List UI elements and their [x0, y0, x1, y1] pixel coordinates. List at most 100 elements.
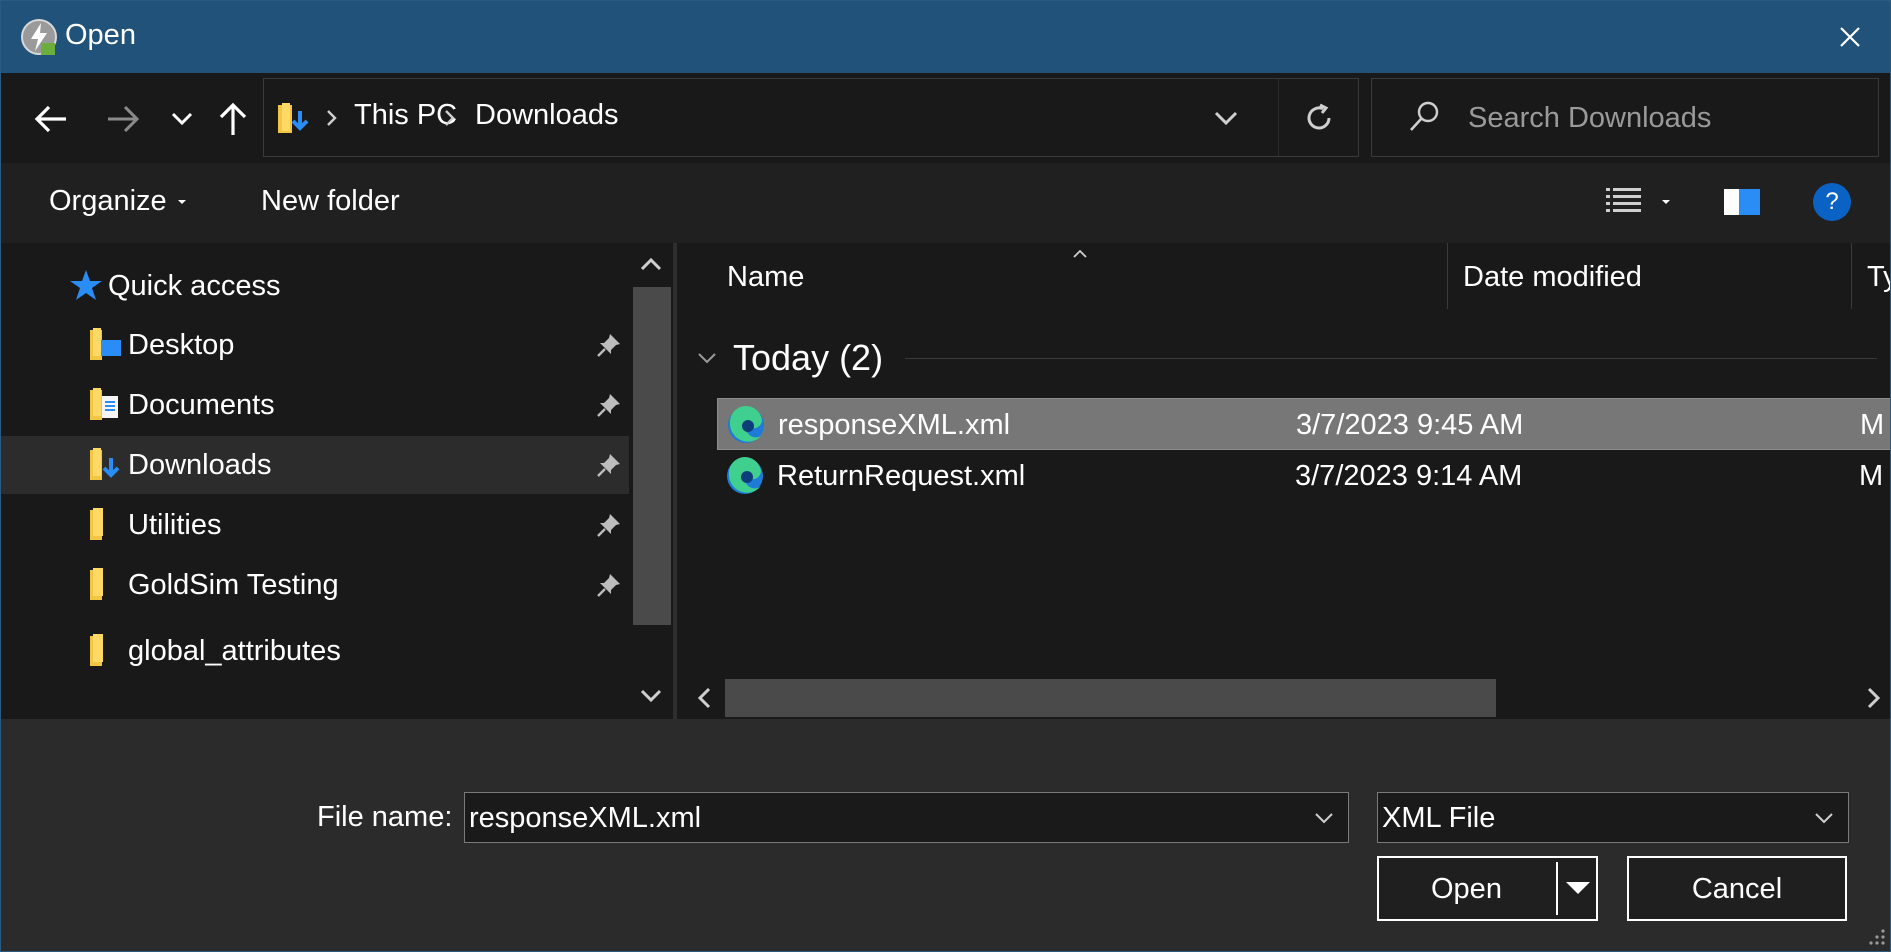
close-button[interactable]: [1808, 1, 1890, 73]
organize-button[interactable]: Organize: [49, 185, 187, 218]
nav-item-label: Utilities: [128, 508, 222, 541]
scrollbar-thumb[interactable]: [725, 679, 1496, 717]
file-date-modified: 3/7/2023 9:45 AM: [1296, 409, 1524, 441]
file-name-input[interactable]: [469, 797, 1289, 839]
chevron-down-icon: [1815, 813, 1833, 824]
column-separator[interactable]: [1851, 243, 1852, 309]
back-button[interactable]: [29, 97, 73, 141]
details-view-icon: [1606, 188, 1641, 212]
nav-item-label: global_attributes: [128, 634, 341, 667]
scroll-right-icon[interactable]: [1861, 685, 1887, 711]
refresh-icon: [1307, 103, 1330, 129]
search-icon: [1410, 101, 1439, 131]
group-label: Today (2): [733, 337, 884, 378]
split-divider: [1556, 862, 1558, 915]
organize-label: Organize: [49, 185, 167, 217]
cancel-label: Cancel: [1691, 873, 1783, 905]
pin-icon: [597, 574, 620, 597]
nav-item-global-attributes[interactable]: global_attributes: [1, 622, 629, 680]
open-options-dropdown-icon[interactable]: [1565, 880, 1591, 896]
nav-item-label: Quick access: [108, 269, 281, 302]
desktop-folder-icon: [90, 328, 121, 360]
file-type: M: [1860, 409, 1885, 441]
preview-pane-icon: [1724, 189, 1760, 215]
navigation-pane-scrollbar[interactable]: [629, 243, 673, 719]
breadcrumb-downloads[interactable]: Downloads: [475, 99, 618, 132]
file-type-value: XML File: [1382, 802, 1496, 834]
file-type: M: [1859, 460, 1884, 492]
column-header-date-modified[interactable]: Date modified: [1463, 261, 1642, 294]
group-divider: [905, 358, 1877, 359]
downloads-folder-icon: [278, 103, 309, 133]
help-button[interactable]: ?: [1813, 183, 1851, 221]
pin-icon: [597, 454, 620, 477]
arrow-left-icon: [34, 105, 66, 133]
nav-item-goldsim-testing[interactable]: GoldSim Testing: [1, 556, 629, 614]
pin-icon: [597, 394, 620, 417]
file-list-horizontal-scrollbar[interactable]: [685, 677, 1890, 719]
pin-icon: [597, 514, 620, 537]
file-type-select[interactable]: XML File: [1377, 792, 1849, 843]
pin-icon: [597, 334, 620, 357]
scroll-down-icon[interactable]: [638, 683, 664, 709]
scrollbar-thumb[interactable]: [633, 287, 671, 625]
new-folder-button[interactable]: New folder: [261, 185, 400, 218]
file-name-combobox[interactable]: [464, 792, 1349, 843]
nav-item-desktop[interactable]: Desktop: [1, 316, 629, 374]
folder-icon: [90, 568, 103, 600]
caret-down-icon: [1662, 200, 1670, 204]
address-bar[interactable]: This PC Downloads: [263, 78, 1359, 157]
column-header-name[interactable]: Name: [727, 261, 804, 294]
arrow-right-icon: [108, 105, 140, 133]
open-button[interactable]: Open: [1377, 856, 1598, 921]
nav-item-documents[interactable]: Documents: [1, 376, 629, 434]
up-button[interactable]: [213, 97, 253, 141]
file-name-label: File name:: [317, 801, 453, 833]
breadcrumb-separator-icon: [327, 110, 337, 126]
group-header-today[interactable]: Today (2): [695, 337, 883, 379]
star-icon: [70, 270, 102, 300]
edge-icon: [728, 405, 764, 443]
nav-item-quick-access[interactable]: Quick access: [1, 257, 629, 315]
open-label: Open: [1431, 873, 1502, 905]
folder-icon: [90, 508, 103, 540]
new-folder-label: New folder: [261, 185, 400, 217]
search-box[interactable]: [1371, 78, 1879, 157]
open-file-dialog: Open This PC Downloads Search Downloads …: [0, 0, 1891, 952]
change-view-button[interactable]: [1605, 179, 1671, 225]
edge-icon: [727, 456, 763, 494]
address-dropdown-button[interactable]: [1194, 79, 1258, 156]
nav-item-label: Documents: [128, 388, 275, 421]
chevron-down-icon: [698, 353, 716, 364]
close-icon: [1840, 27, 1860, 47]
nav-item-downloads[interactable]: Downloads: [1, 436, 629, 494]
nav-item-label: Desktop: [128, 328, 235, 361]
file-row-returnrequest[interactable]: ReturnRequest.xml 3/7/2023 9:14 AM M: [717, 450, 1890, 502]
chevron-down-icon: [171, 112, 193, 126]
downloads-folder-icon: [90, 448, 120, 480]
navigation-pane: Quick access Desktop Documents Downloads…: [1, 243, 673, 719]
refresh-button[interactable]: [1278, 79, 1358, 156]
forward-button[interactable]: [101, 97, 145, 141]
recent-locations-button[interactable]: [167, 97, 197, 141]
preview-pane-button[interactable]: [1723, 179, 1761, 225]
nav-item-label: GoldSim Testing: [128, 568, 339, 601]
breadcrumb-separator-icon: [445, 110, 455, 126]
chevron-down-icon[interactable]: [1314, 809, 1334, 827]
goldsim-icon: [21, 19, 57, 55]
documents-folder-icon: [90, 388, 118, 420]
scroll-up-icon[interactable]: [638, 251, 664, 277]
resize-grip-icon[interactable]: [1863, 923, 1887, 947]
search-input[interactable]: [1468, 93, 1858, 143]
scroll-left-icon[interactable]: [691, 685, 717, 711]
file-row-responsexml[interactable]: responseXML.xml 3/7/2023 9:45 AM M: [717, 398, 1890, 450]
nav-item-utilities[interactable]: Utilities: [1, 496, 629, 554]
column-separator[interactable]: [1447, 243, 1448, 309]
cancel-button[interactable]: Cancel: [1627, 856, 1847, 921]
arrow-up-icon: [219, 102, 247, 135]
file-name: responseXML.xml: [778, 409, 1011, 441]
column-header-type[interactable]: Ty: [1867, 261, 1890, 294]
file-list: Name Date modified Ty Today (2) response…: [677, 243, 1890, 719]
file-name: ReturnRequest.xml: [777, 460, 1026, 492]
nav-item-label: Downloads: [128, 448, 272, 481]
